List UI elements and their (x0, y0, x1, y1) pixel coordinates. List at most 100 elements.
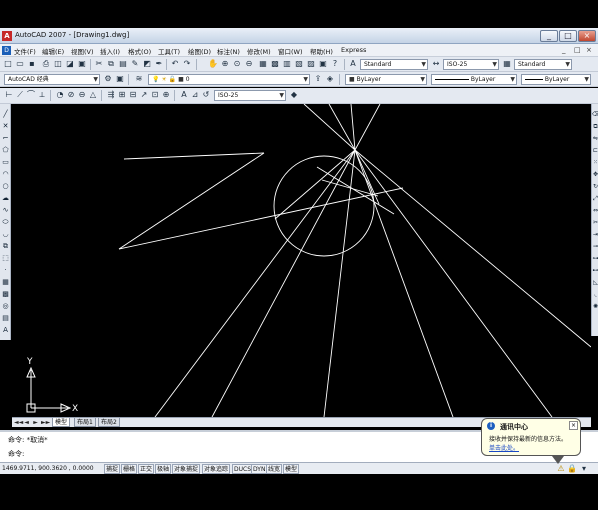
ordinate-icon[interactable]: ⟂ (37, 90, 47, 100)
layer-select[interactable]: 💡 ☀ 🔓 ■ 0 ▼ (148, 74, 310, 85)
construction-line-icon[interactable]: ✕ (1, 122, 10, 131)
lineweight-select[interactable]: ByLayer ▼ (521, 74, 591, 85)
dimension-style-select[interactable]: ISO-25 ▼ (214, 90, 286, 101)
fillet-icon[interactable]: ◟ (592, 290, 598, 299)
document-icon[interactable]: D (2, 46, 11, 55)
break-at-point-icon[interactable]: ⊸ (592, 242, 598, 251)
drawing-canvas[interactable]: Y X (12, 104, 591, 417)
match-properties-icon[interactable]: ✎ (130, 59, 140, 69)
tab-first-button[interactable]: ◄◄ (14, 419, 23, 427)
array-icon[interactable]: ⁙ (592, 158, 598, 167)
maximize-button[interactable]: □ (559, 30, 577, 42)
drawn-line[interactable] (123, 152, 265, 160)
region-icon[interactable]: ◎ (1, 302, 10, 311)
menu-format[interactable]: 格式(O) (128, 46, 151, 56)
plot-3d-icon[interactable]: ▣ (77, 59, 87, 69)
ellipse-arc-icon[interactable]: ◡ (1, 230, 10, 239)
menu-help[interactable]: 帮助(H) (310, 46, 333, 56)
menu-dimension[interactable]: 标注(N) (217, 46, 240, 56)
angular-icon[interactable]: △ (88, 90, 98, 100)
scale-icon[interactable]: ⤢ (592, 194, 598, 203)
balloon-close-button[interactable]: × (569, 421, 578, 430)
tab-prev-button[interactable]: ◄ (23, 419, 30, 427)
dyn-toggle[interactable]: DYN (251, 464, 268, 474)
polar-toggle[interactable]: 极轴 (155, 464, 172, 474)
aligned-dimension-icon[interactable]: ⟋ (15, 90, 25, 100)
spline-icon[interactable]: ∿ (1, 206, 10, 215)
open-icon[interactable]: ▭ (15, 59, 25, 69)
table-style-select[interactable]: Standard ▼ (514, 59, 572, 70)
layer-properties-icon[interactable]: ≋ (134, 74, 144, 84)
model-toggle[interactable]: 模型 (283, 464, 300, 474)
help-icon[interactable]: ? (330, 59, 340, 69)
rotate-icon[interactable]: ↻ (592, 182, 598, 191)
gradient-icon[interactable]: ▩ (1, 290, 10, 299)
arc-icon[interactable]: ◠ (1, 170, 10, 179)
calculator-icon[interactable]: ▣ (318, 59, 328, 69)
circle-icon[interactable]: ○ (1, 182, 10, 191)
construction-ray[interactable] (303, 104, 356, 151)
construction-ray[interactable] (354, 149, 591, 348)
dimension-text-edit-icon[interactable]: ⊿ (190, 90, 200, 100)
menu-view[interactable]: 视图(V) (71, 46, 94, 56)
baseline-icon[interactable]: ⊞ (117, 90, 127, 100)
snap-toggle[interactable]: 捕捉 (104, 464, 121, 474)
construction-ray[interactable] (354, 149, 454, 417)
jogged-icon[interactable]: ⊘ (66, 90, 76, 100)
explode-icon[interactable]: ✺ (592, 302, 598, 311)
grid-toggle[interactable]: 栅格 (121, 464, 138, 474)
ducs-toggle[interactable]: DUCS (232, 464, 254, 474)
zoom-window-icon[interactable]: ⊙ (232, 59, 242, 69)
tab-last-button[interactable]: ►► (41, 419, 50, 427)
construction-ray[interactable] (354, 104, 381, 151)
redo-icon[interactable]: ↷ (182, 59, 192, 69)
construction-ray[interactable] (328, 104, 356, 151)
drawing-area[interactable]: Y X (12, 104, 591, 417)
construction-ray[interactable] (154, 149, 356, 417)
quick-leader-icon[interactable]: ↗ (139, 90, 149, 100)
menu-file[interactable]: 文件(F) (14, 46, 36, 56)
layer-previous-icon[interactable]: ◈ (325, 74, 335, 84)
make-object-layer-current-icon[interactable]: ⇪ (313, 74, 323, 84)
move-icon[interactable]: ✥ (592, 170, 598, 179)
osnap-toggle[interactable]: 对象捕捉 (172, 464, 201, 474)
construction-ray[interactable] (274, 149, 356, 220)
diameter-icon[interactable]: ⊖ (77, 90, 87, 100)
pan-icon[interactable]: ✋ (208, 59, 218, 69)
offset-icon[interactable]: ⊏ (592, 146, 598, 155)
properties-icon[interactable]: ▦ (258, 59, 268, 69)
sheet-set-icon[interactable]: ▧ (294, 59, 304, 69)
menu-insert[interactable]: 插入(I) (100, 46, 120, 56)
erase-icon[interactable]: ⌫ (592, 110, 598, 119)
mirror-icon[interactable]: ⇋ (592, 134, 598, 143)
text-style-select[interactable]: Standard ▼ (360, 59, 428, 70)
tab-layout1[interactable]: 布局1 (74, 418, 96, 427)
minimize-button[interactable]: _ (540, 30, 558, 42)
menu-tools[interactable]: 工具(T) (158, 46, 180, 56)
menu-window[interactable]: 窗口(W) (278, 46, 303, 56)
ortho-toggle[interactable]: 正交 (138, 464, 155, 474)
menu-edit[interactable]: 编辑(E) (42, 46, 64, 56)
copy-object-icon[interactable]: ⧉ (592, 122, 598, 131)
tolerance-icon[interactable]: ⊡ (150, 90, 160, 100)
otrack-toggle[interactable]: 对象追踪 (202, 464, 231, 474)
close-button[interactable]: × (578, 30, 596, 42)
doc-close-button[interactable]: × (586, 46, 592, 54)
lock-icon[interactable]: 🔒 (567, 464, 577, 474)
revision-cloud-icon[interactable]: ☁ (1, 194, 10, 203)
chamfer-icon[interactable]: ◺ (592, 278, 598, 287)
dimension-update-icon[interactable]: ↺ (201, 90, 211, 100)
new-icon[interactable]: □ (3, 59, 13, 69)
point-icon[interactable]: · (1, 266, 10, 275)
make-block-icon[interactable]: ⬚ (1, 254, 10, 263)
zoom-realtime-icon[interactable]: ⊕ (220, 59, 230, 69)
linetype-select[interactable]: ByLayer ▼ (431, 74, 517, 85)
construction-ray[interactable] (323, 149, 356, 417)
line-icon[interactable]: ╱ (1, 110, 10, 119)
balloon-link[interactable]: 单击此处。 (489, 443, 519, 452)
markup-icon[interactable]: ▨ (306, 59, 316, 69)
save-workspace-icon[interactable]: ▣ (115, 74, 125, 84)
color-select[interactable]: ■ ByLayer ▼ (345, 74, 427, 85)
hatch-icon[interactable]: ▦ (1, 278, 10, 287)
tab-layout2[interactable]: 布局2 (98, 418, 120, 427)
